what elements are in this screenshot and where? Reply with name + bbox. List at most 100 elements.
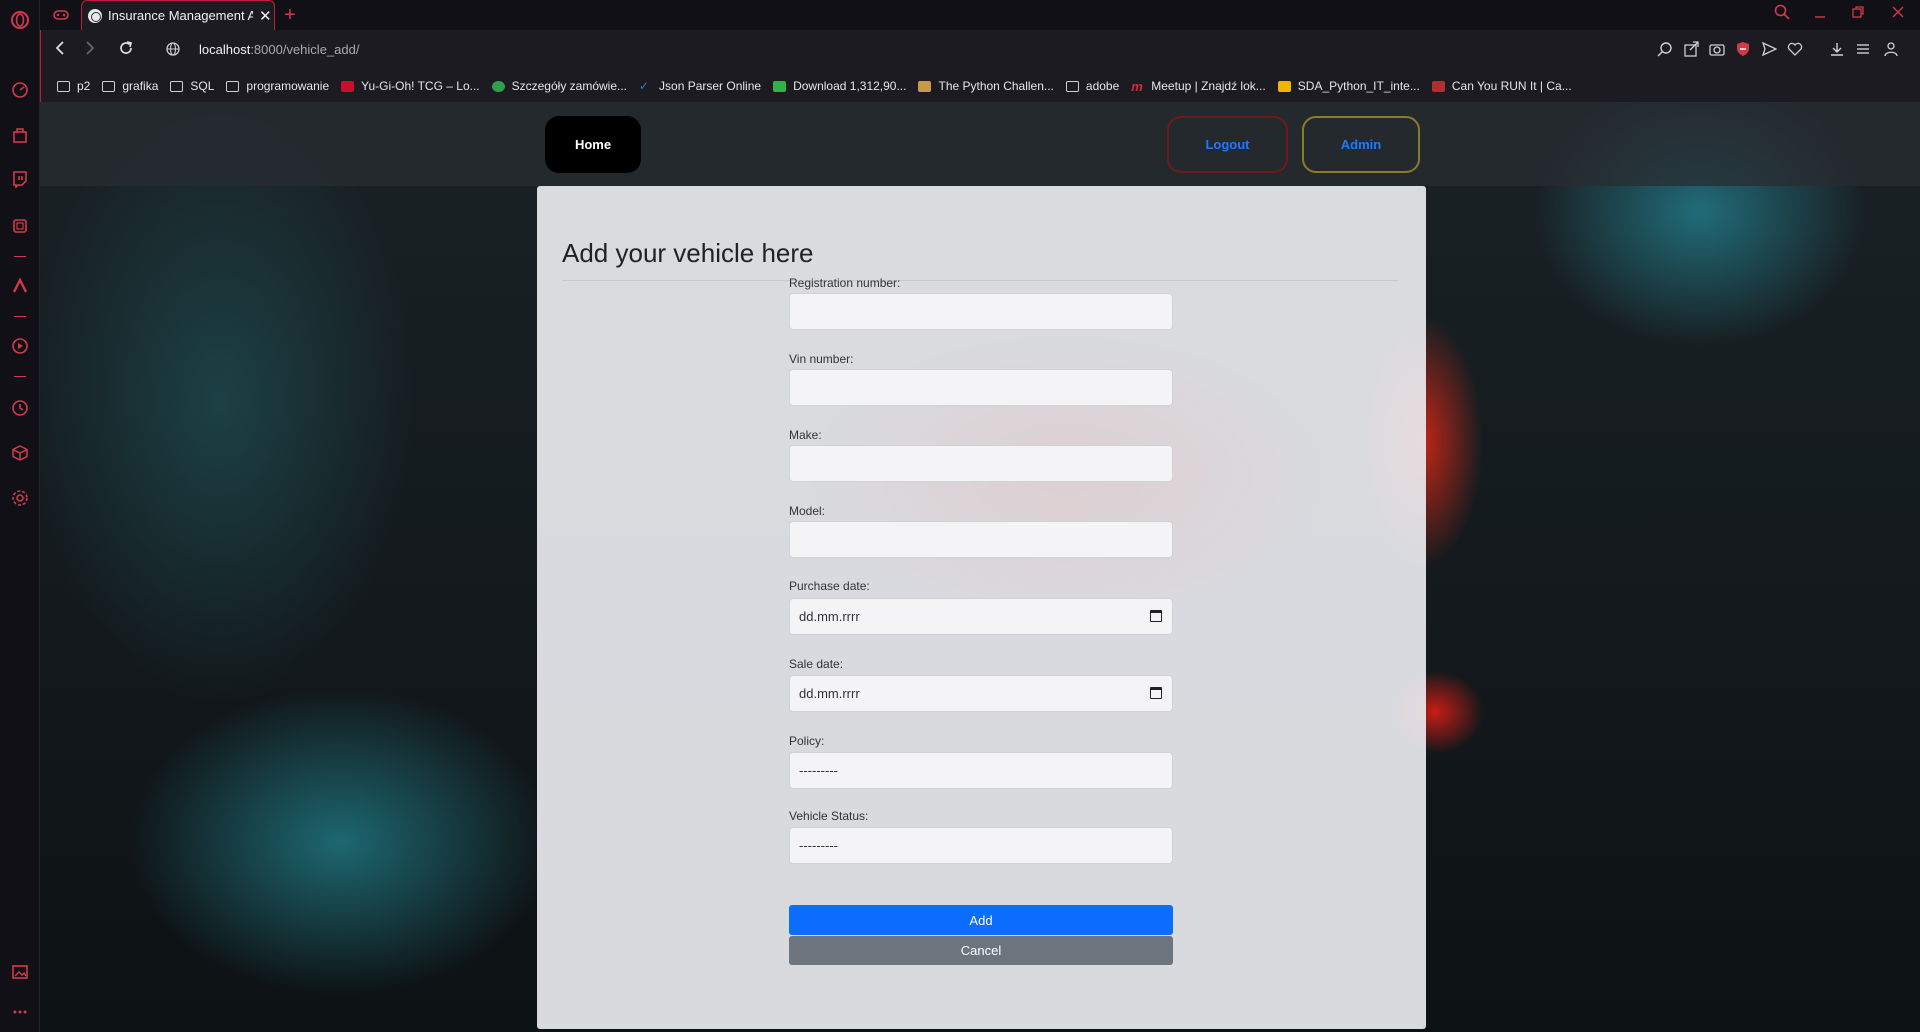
bookmark-can-you-run-it[interactable]: Can You RUN It | Ca...: [1431, 79, 1572, 93]
page-viewport: Home Logout Admin Add your vehicle here …: [40, 102, 1920, 1032]
share-icon[interactable]: [1683, 41, 1699, 60]
bookmark-folder-programowanie[interactable]: programowanie: [226, 79, 329, 93]
send-icon[interactable]: [1761, 41, 1778, 60]
twitch-icon[interactable]: [8, 167, 32, 191]
bookmark-heart-icon[interactable]: [1787, 41, 1803, 60]
forward-icon[interactable]: [83, 39, 97, 62]
cancel-button[interactable]: Cancel: [789, 936, 1173, 965]
policy-label: Policy:: [789, 734, 825, 748]
aria-icon[interactable]: [8, 274, 32, 298]
ad-blocker-shield-icon[interactable]: [1735, 41, 1751, 60]
player-icon[interactable]: [8, 334, 32, 358]
bookmark-label: Yu-Gi-Oh! TCG – Lo...: [361, 79, 480, 93]
registration-number-input[interactable]: [789, 293, 1173, 330]
bookmark-yugioh[interactable]: Yu-Gi-Oh! TCG – Lo...: [341, 79, 480, 93]
folder-icon: [57, 80, 70, 92]
speedometer-icon[interactable]: [8, 78, 32, 102]
python-challenge-favicon-icon: [918, 80, 932, 92]
bookmark-label: The Python Challen...: [938, 79, 1054, 93]
bookmark-label: Can You RUN It | Ca...: [1451, 79, 1572, 93]
site-navbar: Home Logout Admin: [40, 102, 1920, 186]
model-input[interactable]: [789, 521, 1173, 558]
more-options-icon[interactable]: [8, 1000, 32, 1024]
bookmark-label: p2: [77, 79, 91, 93]
vehicle-status-select[interactable]: ---------: [789, 827, 1173, 864]
bookmark-python-challenge[interactable]: The Python Challen...: [918, 79, 1054, 93]
back-icon[interactable]: [53, 39, 67, 62]
search-tabs-icon[interactable]: [1774, 4, 1790, 24]
new-tab-button[interactable]: +: [278, 0, 302, 30]
model-label: Model:: [789, 504, 826, 518]
make-input[interactable]: [789, 445, 1173, 482]
tree-favicon-icon: [491, 80, 505, 92]
home-button[interactable]: Home: [545, 116, 641, 173]
profile-icon[interactable]: [1883, 41, 1899, 60]
opera-logo-icon[interactable]: [8, 8, 32, 32]
bookmark-download[interactable]: Download 1,312,90...: [773, 79, 906, 93]
site-info-globe-icon[interactable]: [165, 41, 181, 62]
bookmark-szczegoly-zamowienia[interactable]: Szczegóły zamówie...: [491, 79, 627, 93]
bookmarks-bar: p2 grafika SQL programowanie Yu-Gi-Oh! T…: [40, 70, 1920, 102]
address-bar: localhost:8000/vehicle_add/: [40, 30, 1920, 70]
bookmark-label: adobe: [1085, 79, 1120, 93]
registration-number-label: Registration number:: [789, 276, 901, 290]
folder-icon: [102, 80, 116, 92]
calendar-icon[interactable]: [1150, 610, 1162, 622]
bookmark-folder-p2[interactable]: p2: [57, 79, 90, 93]
bookmark-label: Download 1,312,90...: [793, 79, 907, 93]
history-icon[interactable]: [8, 396, 32, 420]
bookmark-meetup[interactable]: m Meetup | Znajdź lok...: [1131, 79, 1266, 93]
download-favicon-icon: [773, 80, 787, 92]
globe-icon: [88, 8, 102, 23]
bookmark-folder-adobe[interactable]: adobe: [1065, 79, 1120, 93]
settings-gear-icon[interactable]: [8, 486, 32, 510]
purchase-date-label: Purchase date:: [789, 579, 870, 593]
tab-strip: Insurance Management Ap ✕ +: [40, 0, 1920, 30]
restore-icon[interactable]: [1850, 4, 1866, 24]
sale-date-value: dd.mm.rrrr: [799, 686, 860, 701]
admin-button[interactable]: Admin: [1302, 116, 1420, 173]
minimize-icon[interactable]: [1812, 4, 1828, 24]
cube-icon[interactable]: [8, 441, 32, 465]
sale-date-input[interactable]: dd.mm.rrrr: [789, 675, 1173, 712]
can-you-run-it-favicon-icon: [1431, 80, 1445, 92]
url-field[interactable]: localhost:8000/vehicle_add/: [199, 42, 359, 57]
meetup-favicon-icon: m: [1131, 78, 1143, 94]
add-button[interactable]: Add: [789, 905, 1173, 935]
bag-icon[interactable]: [8, 123, 32, 147]
folder-icon: [226, 80, 240, 92]
bookmark-sda-python[interactable]: SDA_Python_IT_inte...: [1277, 79, 1420, 93]
vin-number-input[interactable]: [789, 369, 1173, 406]
page-search-icon[interactable]: [1657, 41, 1673, 60]
checkmark-favicon-icon: ✓: [639, 78, 650, 93]
vehicle-status-label: Vehicle Status:: [789, 809, 869, 823]
wallpaper-icon[interactable]: [8, 960, 32, 984]
bookmark-folder-grafika[interactable]: grafika: [102, 79, 158, 93]
bookmark-label: grafika: [122, 79, 159, 93]
gx-control-icon[interactable]: [46, 0, 76, 30]
downloads-icon[interactable]: [1829, 41, 1845, 60]
vehicle-form-card: Add your vehicle here Registration numbe…: [537, 186, 1426, 1029]
purchase-date-input[interactable]: dd.mm.rrrr: [789, 598, 1173, 635]
reload-icon[interactable]: [117, 39, 135, 62]
bookmark-label: SQL: [190, 79, 215, 93]
bookmark-json-parser[interactable]: ✓ Json Parser Online: [639, 79, 761, 93]
snapshot-icon[interactable]: [1709, 41, 1725, 60]
bookmark-folder-sql[interactable]: SQL: [170, 79, 214, 93]
tab-insurance-management[interactable]: Insurance Management Ap ✕: [81, 0, 275, 30]
make-label: Make:: [789, 428, 822, 442]
bookmark-label: SDA_Python_IT_inte...: [1297, 79, 1420, 93]
policy-select[interactable]: ---------: [789, 752, 1173, 789]
close-window-icon[interactable]: [1890, 4, 1906, 24]
logout-button[interactable]: Logout: [1167, 116, 1288, 173]
browser-sidebar: [0, 0, 40, 1032]
bookmark-label: Meetup | Znajdź lok...: [1151, 79, 1266, 93]
sidebar-divider: [14, 256, 26, 257]
bookmark-label: programowanie: [246, 79, 330, 93]
calendar-icon[interactable]: [1150, 687, 1162, 699]
sidebar-divider: [14, 316, 26, 317]
easy-setup-menu-icon[interactable]: [1855, 41, 1871, 60]
cpu-limiter-icon[interactable]: [8, 214, 32, 238]
close-tab-icon[interactable]: ✕: [259, 7, 272, 25]
sda-favicon-icon: [1277, 80, 1291, 92]
